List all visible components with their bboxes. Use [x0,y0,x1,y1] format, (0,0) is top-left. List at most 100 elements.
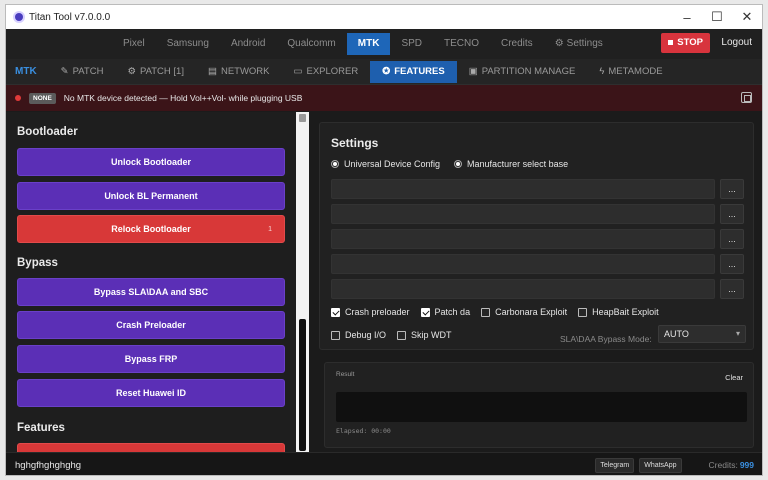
sub-navigation: MTK ✎ PATCH ⚙ PATCH [1] ▤ NETWORK ▭ EXPLORER… [6,59,762,85]
features-action-button[interactable] [17,443,285,452]
bypass-mode-select[interactable]: AUTO ▾ [658,325,746,343]
partition-icon: ▣ [468,65,478,77]
checkbox-icon [578,307,588,317]
tab-pixel[interactable]: Pixel [112,33,156,55]
result-label: Result [336,371,355,378]
result-panel: Result Clear Elapsed: 00:00 [324,362,754,448]
tab-settings-label: Settings [566,38,603,49]
config-field-2[interactable] [331,204,715,224]
title-bar: Titan Tool v7.0.0.0 – ☐ ✕ [6,5,762,29]
gear-icon: ⚙ [554,38,564,49]
tab-qualcomm[interactable]: Qualcomm [276,33,346,55]
tab-tecno[interactable]: TECNO [433,33,490,55]
close-button[interactable]: ✕ [732,5,762,29]
stop-button[interactable]: STOP [661,33,710,53]
config-field-4[interactable] [331,254,715,274]
checkbox-icon [397,330,407,340]
button-tag: 1 [268,225,272,233]
section-title-features: Features [17,422,65,434]
copy-icon[interactable] [741,92,752,103]
reset-huawei-id-button[interactable]: Reset Huawei ID [17,379,285,407]
bolt-icon: ϟ [599,65,605,77]
subtab-patch[interactable]: ✎ PATCH [49,61,116,83]
crash-preloader-checkbox[interactable]: Crash preloader [331,307,410,317]
radio-manufacturer-select-base[interactable]: Manufacturer select base [454,159,568,169]
checkbox-icon [481,307,491,317]
config-field-5[interactable] [331,279,715,299]
config-field-3[interactable] [331,229,715,249]
settings-panel: Settings Universal Device Config Manufac… [319,122,754,350]
tab-mtk[interactable]: MTK [346,33,391,55]
subtab-network[interactable]: ▤ NETWORK [196,61,282,83]
browse-button-3[interactable]: ... [720,229,744,249]
crash-preloader-button[interactable]: Crash Preloader [17,311,285,339]
top-navigation: Pixel Samsung Android Qualcomm MTK SPD T… [6,29,762,59]
scrollbar-thumb[interactable] [299,319,306,451]
stop-label: STOP [677,37,703,48]
minimize-button[interactable]: – [672,5,702,29]
tab-samsung[interactable]: Samsung [156,33,220,55]
bypass-frp-button[interactable]: Bypass FRP [17,345,285,373]
unlock-bootloader-button[interactable]: Unlock Bootloader [17,148,285,176]
credits-label: Credits: [708,460,738,470]
logout-button[interactable]: Logout [718,33,755,53]
subtab-metamode[interactable]: ϟ METAMODE [587,61,674,83]
footer-text: hghgfhghghghg [15,459,82,471]
checkbox-label: Skip WDT [411,330,452,340]
maximize-button[interactable]: ☐ [702,5,732,29]
bypass-sla-daa-button[interactable]: Bypass SLA\DAA and SBC [17,278,285,306]
carbonara-exploit-checkbox[interactable]: Carbonara Exploit [481,307,567,317]
section-label: MTK [15,66,37,77]
tab-android[interactable]: Android [220,33,276,55]
telegram-button[interactable]: Telegram [595,457,635,473]
app-logo-icon [15,13,23,21]
app-window: Titan Tool v7.0.0.0 – ☐ ✕ Pixel Samsung … [5,4,763,476]
browse-button-5[interactable]: ... [720,279,744,299]
window-title: Titan Tool v7.0.0.0 [29,11,111,23]
checkbox-checked-icon [420,307,430,317]
network-icon: ▤ [207,65,217,77]
credits-value: 999 [739,460,754,470]
subtab-label: NETWORK [220,65,270,77]
tab-credits[interactable]: Credits [490,33,544,55]
checkbox-label: Debug I/O [345,330,387,340]
radio-label: Manufacturer select base [467,159,569,169]
radio-universal-device-config[interactable]: Universal Device Config [331,159,440,169]
browse-button-1[interactable]: ... [720,179,744,199]
device-status-bar: NONE No MTK device detected — Hold Vol++… [6,85,762,111]
unlock-bl-permanent-button[interactable]: Unlock BL Permanent [17,182,285,210]
heapbait-exploit-checkbox[interactable]: HeapBait Exploit [578,307,659,317]
relock-bootloader-button[interactable]: Relock Bootloader 1 [17,215,285,243]
browse-button-4[interactable]: ... [720,254,744,274]
button-label: Relock Bootloader [111,224,191,234]
clear-button[interactable]: Clear [725,373,743,382]
tab-settings[interactable]: ⚙ Settings [544,33,614,55]
radio-selected-icon [454,160,463,168]
tab-spd[interactable]: SPD [390,33,433,55]
actions-panel: Bootloader Unlock Bootloader Unlock BL P… [6,112,296,452]
whatsapp-button[interactable]: WhatsApp [639,457,682,473]
subtab-label: FEATURES [394,65,445,77]
credits-display: Credits: 999 [709,460,754,470]
skip-wdt-checkbox[interactable]: Skip WDT [397,330,452,340]
gear-icon: ⚙ [127,65,136,77]
elapsed-time: Elapsed: 00:00 [336,427,391,435]
checkbox-label: Patch da [434,307,471,317]
subtab-patch-1[interactable]: ⚙ PATCH [1] [115,61,196,83]
checkbox-label: Crash preloader [345,307,410,317]
subtab-label: PATCH [72,65,104,77]
actions-scrollbar[interactable] [296,112,309,452]
subtab-features[interactable]: ✪ FEATURES [370,60,457,83]
bypass-mode-label: SLA\DAA Bypass Mode: [560,334,652,344]
radio-label: Universal Device Config [344,159,441,169]
footer-bar: hghgfhghghghg Telegram WhatsApp Credits:… [6,452,762,475]
subtab-partition-manage[interactable]: ▣ PARTITION MANAGE [457,61,588,83]
debug-io-checkbox[interactable]: Debug I/O [331,330,386,340]
browse-button-2[interactable]: ... [720,204,744,224]
result-output[interactable] [336,392,747,422]
subtab-explorer[interactable]: ▭ EXPLORER [282,61,371,83]
scroll-up-arrow-icon[interactable] [299,114,306,122]
config-field-1[interactable] [331,179,715,199]
checkbox-icon [331,330,340,340]
patch-da-checkbox[interactable]: Patch da [420,307,471,317]
